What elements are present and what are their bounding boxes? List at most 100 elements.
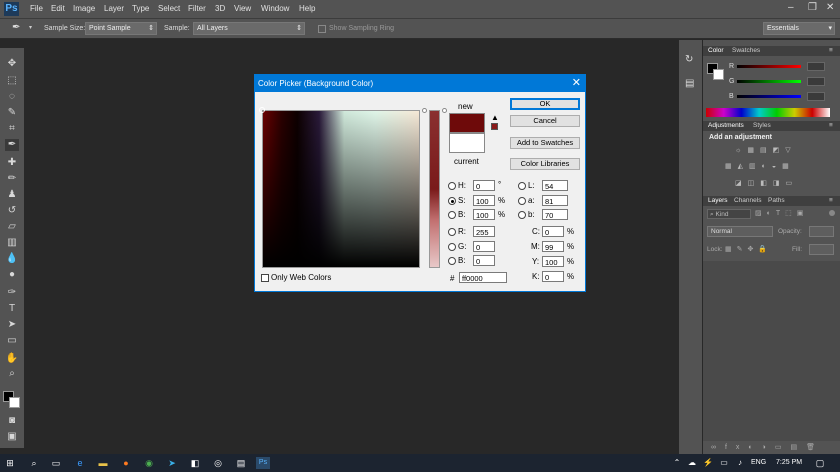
move-tool-icon[interactable]: ✥ xyxy=(5,58,19,70)
menu-window[interactable]: Window xyxy=(261,4,289,13)
s-input[interactable]: 100 xyxy=(473,195,495,206)
blend-mode-select[interactable]: Normal xyxy=(707,226,773,237)
k-input[interactable]: 0 xyxy=(542,271,564,282)
panel-menu-icon[interactable]: ≡ xyxy=(829,122,833,129)
quick-mask-icon[interactable]: ◙ xyxy=(5,415,19,427)
h-radio[interactable] xyxy=(448,182,456,190)
eraser-tool-icon[interactable]: ▱ xyxy=(5,221,19,233)
b-input[interactable]: 100 xyxy=(473,209,495,220)
lab-b-radio[interactable] xyxy=(518,211,526,219)
blue-value-field[interactable] xyxy=(807,92,825,101)
l-radio[interactable] xyxy=(518,182,526,190)
c-input[interactable]: 0 xyxy=(542,226,564,237)
layer-filter-icons[interactable]: ▨◐T⬚▣ xyxy=(755,209,825,219)
eyedropper-tool-icon[interactable]: ✒ xyxy=(5,139,19,151)
file-explorer-icon[interactable]: ▬ xyxy=(97,457,109,469)
y-input[interactable]: 100 xyxy=(542,256,564,267)
tab-styles[interactable]: Styles xyxy=(753,122,771,129)
color-field[interactable] xyxy=(262,110,420,268)
telegram-icon[interactable]: ➤ xyxy=(166,457,178,469)
l-input[interactable]: 54 xyxy=(542,180,568,191)
clock[interactable]: 7:25 PM xyxy=(776,459,802,466)
store-icon[interactable]: ◧ xyxy=(189,457,201,469)
tab-color[interactable]: Color xyxy=(708,47,724,54)
show-hidden-icons-icon[interactable]: ⌃ xyxy=(671,457,683,469)
eyedropper-tool-icon[interactable]: ✒ xyxy=(12,22,20,33)
screen-mode-icon[interactable]: ▣ xyxy=(5,431,19,443)
tab-paths[interactable]: Paths xyxy=(768,197,785,204)
blur-tool-icon[interactable]: 💧 xyxy=(5,253,19,265)
menu-select[interactable]: Select xyxy=(158,4,180,13)
battery-icon[interactable]: ▭ xyxy=(718,457,730,469)
crop-tool-icon[interactable]: ⌗ xyxy=(5,123,19,135)
pen-tool-icon[interactable]: ✑ xyxy=(5,287,19,299)
menu-file[interactable]: File xyxy=(30,4,43,13)
app-icon[interactable]: ◎ xyxy=(212,457,224,469)
edge-browser-icon[interactable]: e xyxy=(74,457,86,469)
quick-select-tool-icon[interactable]: ✎ xyxy=(5,107,19,119)
layers-list[interactable] xyxy=(703,261,840,441)
b-radio[interactable] xyxy=(448,211,456,219)
menu-help[interactable]: Help xyxy=(299,4,315,13)
sample-select[interactable]: All Layers ⇕ xyxy=(193,22,305,35)
lock-icons[interactable]: ▦✎✥🔒 xyxy=(725,245,775,253)
opacity-field[interactable] xyxy=(809,226,834,237)
green-value-field[interactable] xyxy=(807,77,825,86)
tab-adjustments[interactable]: Adjustments xyxy=(708,122,744,129)
type-tool-icon[interactable]: T xyxy=(5,303,19,315)
layer-actions-bar[interactable]: ∞fx◐◑▭▤🗑 xyxy=(711,443,836,452)
gradient-tool-icon[interactable]: ▥ xyxy=(5,237,19,249)
g-input[interactable]: 0 xyxy=(473,241,495,252)
minimize-icon[interactable]: – xyxy=(788,2,794,13)
panel-menu-icon[interactable]: ≡ xyxy=(829,197,833,204)
adjustment-icons-row-1[interactable]: ☼▦▤◩▽ xyxy=(735,146,810,154)
tool-preset-chevron-icon[interactable]: ▾ xyxy=(29,24,32,31)
hue-slider-left-handle[interactable] xyxy=(422,108,427,113)
s-radio[interactable] xyxy=(448,197,456,205)
dodge-tool-icon[interactable]: ● xyxy=(5,269,19,281)
cloud-icon[interactable]: ☁ xyxy=(686,457,698,469)
a-input[interactable]: 81 xyxy=(542,195,568,206)
task-view-icon[interactable]: ▭ xyxy=(50,457,62,469)
tab-layers[interactable]: Layers xyxy=(708,197,728,204)
blue-slider[interactable] xyxy=(737,95,801,98)
m-input[interactable]: 99 xyxy=(542,241,564,252)
menu-type[interactable]: Type xyxy=(132,4,149,13)
chrome-icon[interactable]: ◉ xyxy=(143,457,155,469)
panel-menu-icon[interactable]: ≡ xyxy=(829,47,833,54)
green-slider[interactable] xyxy=(737,80,801,83)
cancel-button[interactable]: Cancel xyxy=(510,115,580,127)
menu-view[interactable]: View xyxy=(234,4,251,13)
language-indicator[interactable]: ENG xyxy=(751,459,766,466)
firefox-icon[interactable]: ● xyxy=(120,457,132,469)
menu-3d[interactable]: 3D xyxy=(215,4,225,13)
history-panel-icon[interactable]: ↻ xyxy=(685,54,693,65)
zoom-tool-icon[interactable]: ⌕ xyxy=(5,368,19,380)
current-color-swatch[interactable] xyxy=(449,133,485,153)
tab-channels[interactable]: Channels xyxy=(734,197,761,204)
workspace-select[interactable]: Essentials ▾ xyxy=(763,22,835,35)
history-brush-tool-icon[interactable]: ↺ xyxy=(5,205,19,217)
hex-input[interactable]: ff0000 xyxy=(459,272,507,283)
blue-radio[interactable] xyxy=(448,257,456,265)
adjustment-icons-row-2[interactable]: ▦◭▥◐◒▦ xyxy=(725,162,815,170)
out-of-gamut-warning-icon[interactable]: ▲ xyxy=(491,113,499,122)
filter-toggle-icon[interactable] xyxy=(829,210,835,216)
a-radio[interactable] xyxy=(518,197,526,205)
restore-icon[interactable]: ❐ xyxy=(808,2,817,13)
path-selection-tool-icon[interactable]: ➤ xyxy=(5,319,19,331)
panel-background-swatch[interactable] xyxy=(713,69,724,80)
color-spectrum-ramp[interactable] xyxy=(706,108,830,117)
close-icon[interactable]: ✕ xyxy=(572,76,581,89)
color-libraries-button[interactable]: Color Libraries xyxy=(510,158,580,170)
menu-filter[interactable]: Filter xyxy=(188,4,206,13)
lasso-tool-icon[interactable]: ◌ xyxy=(5,91,19,103)
notifications-icon[interactable]: ▢ xyxy=(814,457,826,469)
healing-brush-tool-icon[interactable]: ✚ xyxy=(5,157,19,169)
clone-stamp-tool-icon[interactable]: ♟ xyxy=(5,189,19,201)
red-value-field[interactable] xyxy=(807,62,825,71)
add-to-swatches-button[interactable]: Add to Swatches xyxy=(510,137,580,149)
close-window-icon[interactable]: ✕ xyxy=(826,2,834,13)
photoshop-taskbar-icon[interactable]: Ps xyxy=(256,457,270,469)
gamut-color-cube-icon[interactable] xyxy=(491,123,498,130)
